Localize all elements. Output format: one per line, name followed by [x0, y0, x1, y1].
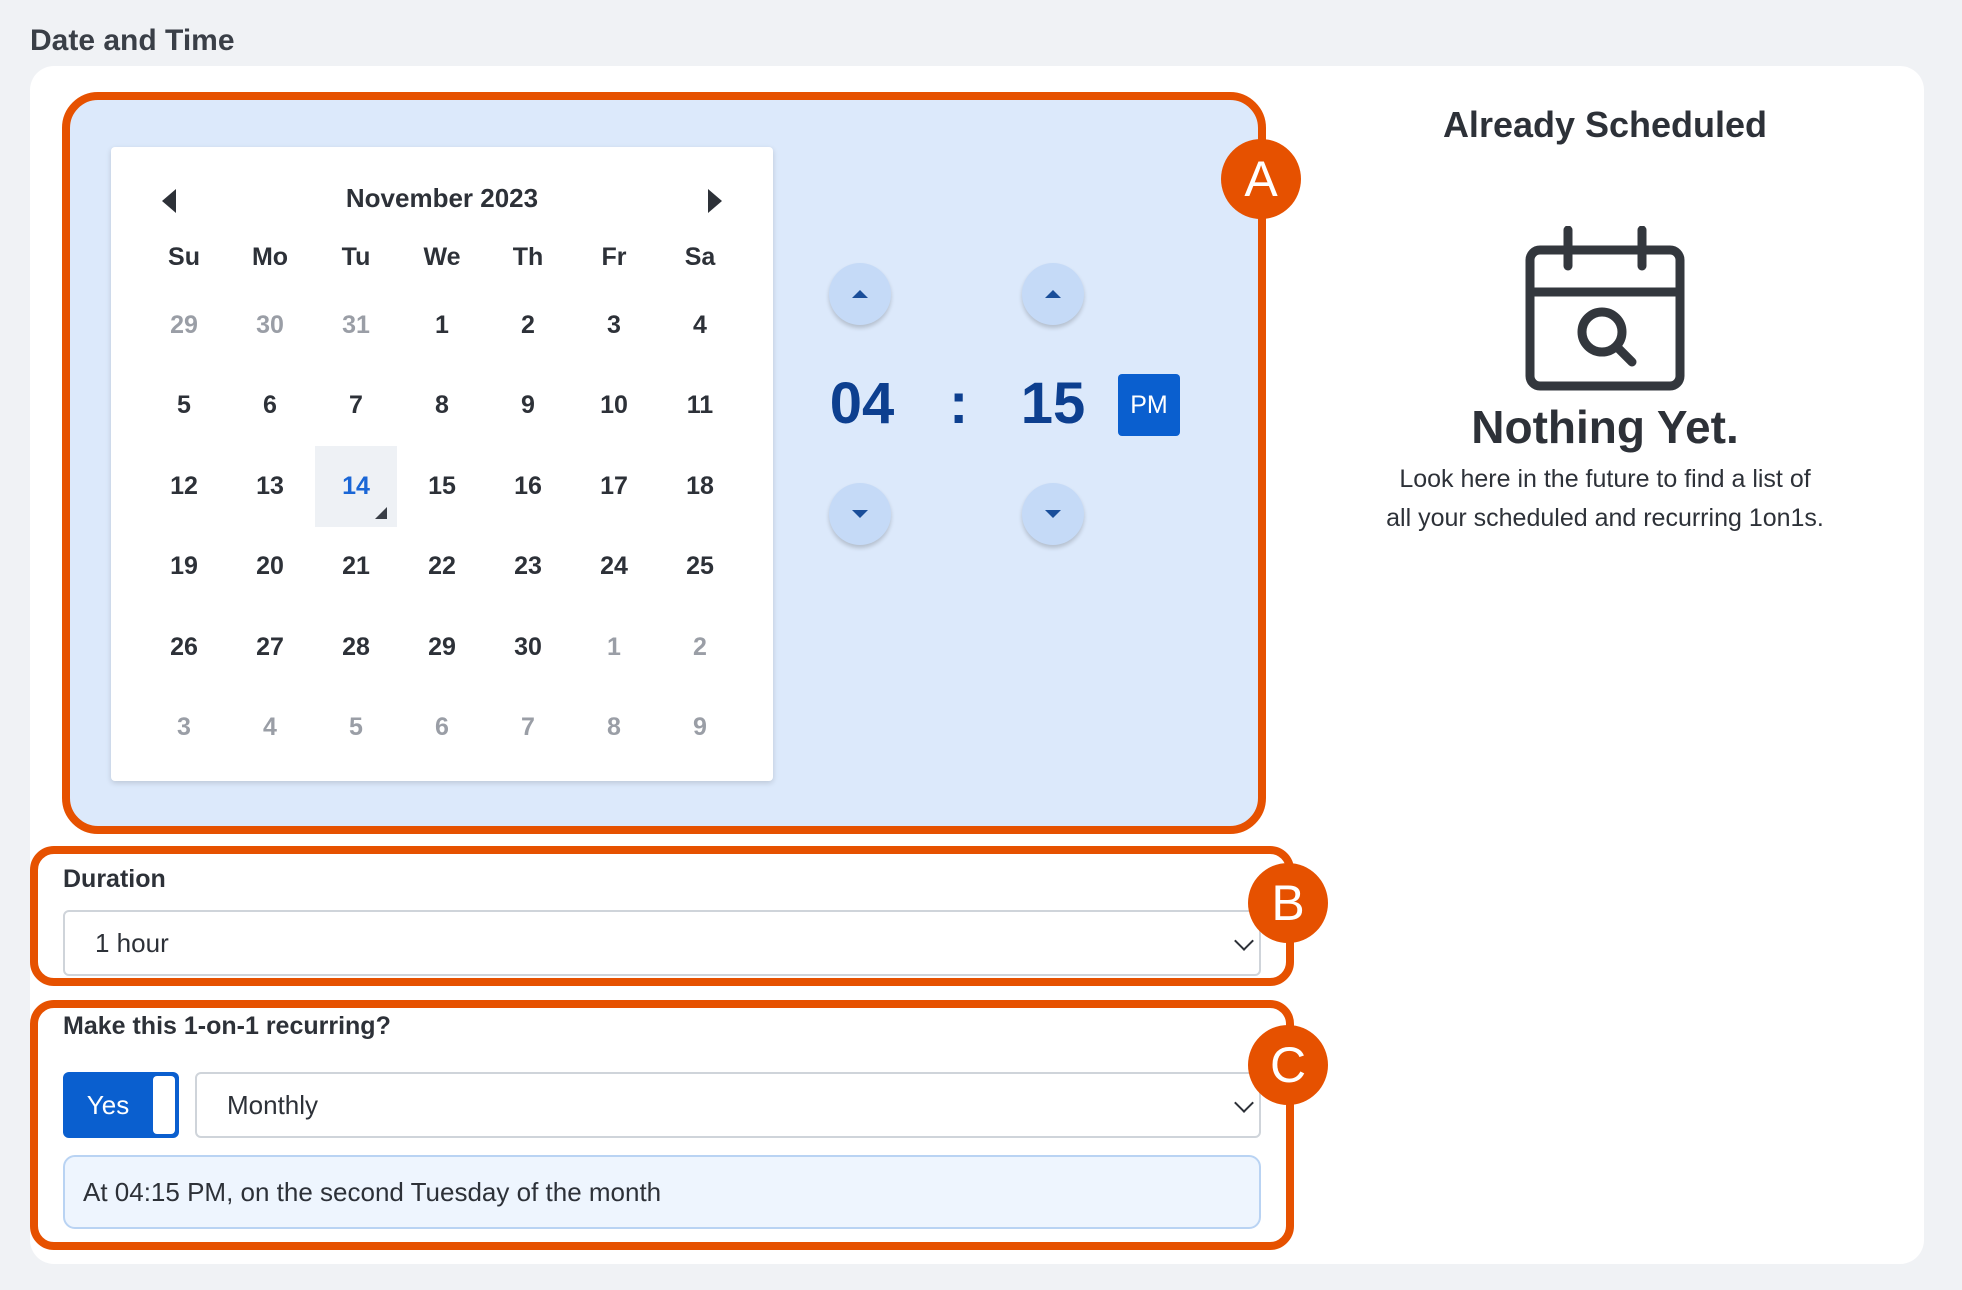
calendar-grid: Su Mo Tu We Th Fr Sa 29 30 31 1 2 3 4 5 6 7 8 9 10 11 12 13 14 1…: [141, 229, 743, 768]
calendar-day[interactable]: 26: [141, 607, 227, 688]
calendar-month-label: November 2023: [345, 183, 539, 213]
empty-state-line-2: all your scheduled and recurring 1on1s.: [1386, 504, 1824, 532]
calendar-day[interactable]: 2: [485, 285, 571, 366]
calendar-header: November 2023: [111, 175, 773, 219]
empty-state-line-1: Look here in the future to find a list o…: [1399, 465, 1811, 493]
duration-select[interactable]: 1 hour: [63, 910, 1261, 976]
calendar-day[interactable]: 1: [399, 285, 485, 366]
minute-value[interactable]: 15: [993, 370, 1113, 437]
calendar-day[interactable]: 10: [571, 366, 657, 447]
calendar-day[interactable]: 20: [227, 527, 313, 608]
caret-down-icon: [1045, 510, 1061, 518]
calendar-day[interactable]: 5: [313, 688, 399, 769]
weekday-header: Sa: [684, 242, 716, 271]
minute-increment-button[interactable]: [1022, 263, 1084, 325]
calendar-day[interactable]: 23: [485, 527, 571, 608]
section-title: Date and Time: [30, 24, 235, 57]
already-scheduled-title: Already Scheduled: [1442, 104, 1768, 145]
hour-increment-button[interactable]: [829, 263, 891, 325]
caret-up-icon: [852, 290, 868, 298]
am-pm-toggle[interactable]: PM: [1118, 374, 1180, 436]
frequency-select-value: Monthly: [227, 1089, 319, 1120]
calendar-day[interactable]: 8: [399, 366, 485, 447]
calendar-day[interactable]: 15: [399, 446, 485, 527]
calendar-day[interactable]: 11: [657, 366, 743, 447]
calendar-day[interactable]: 12: [141, 446, 227, 527]
calendar-day[interactable]: 25: [657, 527, 743, 608]
calendar-day[interactable]: 3: [141, 688, 227, 769]
calendar-day-selected[interactable]: 14: [315, 446, 397, 527]
calendar-day[interactable]: 6: [227, 366, 313, 447]
recurring-label: Make this 1-on-1 recurring?: [63, 1012, 391, 1040]
calendar-day[interactable]: 29: [399, 607, 485, 688]
calendar-day[interactable]: 9: [657, 688, 743, 769]
next-month-button[interactable]: [695, 181, 735, 221]
calendar-day[interactable]: 3: [571, 285, 657, 366]
weekday-header: Su: [168, 242, 200, 271]
calendar: November 2023 Su Mo Tu We Th Fr Sa 29 30 31 1 2 3 4 5 6…: [111, 147, 773, 781]
calendar-day[interactable]: 16: [485, 446, 571, 527]
calendar-day[interactable]: 17: [571, 446, 657, 527]
badge-a: A: [1221, 139, 1301, 219]
calendar-day[interactable]: 31: [313, 285, 399, 366]
triangle-right-icon: [708, 189, 722, 213]
calendar-day[interactable]: 1: [571, 607, 657, 688]
hour-decrement-button[interactable]: [829, 483, 891, 545]
calendar-day[interactable]: 29: [141, 285, 227, 366]
calendar-day[interactable]: 4: [657, 285, 743, 366]
duration-label: Duration: [63, 865, 166, 893]
empty-state-title: Nothing Yet.: [1471, 401, 1739, 453]
calendar-day[interactable]: 13: [227, 446, 313, 527]
calendar-day[interactable]: 27: [227, 607, 313, 688]
badge-c: C: [1248, 1025, 1328, 1105]
calendar-day[interactable]: 18: [657, 446, 743, 527]
calendar-day[interactable]: 4: [227, 688, 313, 769]
calendar-day[interactable]: 7: [485, 688, 571, 769]
caret-up-icon: [1045, 290, 1061, 298]
recurrence-summary: At 04:15 PM, on the second Tuesday of th…: [63, 1155, 1261, 1229]
calendar-day[interactable]: 22: [399, 527, 485, 608]
recurring-toggle-label: Yes: [86, 1089, 130, 1120]
calendar-day[interactable]: 30: [485, 607, 571, 688]
calendar-day[interactable]: 28: [313, 607, 399, 688]
calendar-day[interactable]: 19: [141, 527, 227, 608]
duration-select-value: 1 hour: [95, 927, 169, 958]
weekday-header: Th: [512, 242, 544, 271]
calendar-search-icon: [1525, 226, 1685, 391]
badge-b: B: [1248, 863, 1328, 943]
calendar-day[interactable]: 30: [227, 285, 313, 366]
weekday-header: Mo: [251, 242, 289, 271]
toggle-knob: [153, 1076, 175, 1134]
calendar-day[interactable]: 2: [657, 607, 743, 688]
frequency-select[interactable]: Monthly: [195, 1072, 1261, 1138]
time-separator: :: [949, 371, 969, 436]
calendar-day[interactable]: 7: [313, 366, 399, 447]
hour-value[interactable]: 04: [802, 370, 922, 437]
empty-state-description: Look here in the future to find a list o…: [1340, 460, 1870, 538]
minute-decrement-button[interactable]: [1022, 483, 1084, 545]
calendar-day[interactable]: 8: [571, 688, 657, 769]
chevron-down-icon: [1234, 1093, 1254, 1113]
calendar-day[interactable]: 24: [571, 527, 657, 608]
calendar-day[interactable]: 5: [141, 366, 227, 447]
recurring-toggle[interactable]: Yes: [63, 1072, 179, 1138]
weekday-header: We: [423, 242, 461, 271]
calendar-day[interactable]: 6: [399, 688, 485, 769]
weekday-header: Tu: [341, 242, 371, 271]
calendar-day[interactable]: 9: [485, 366, 571, 447]
caret-down-icon: [852, 510, 868, 518]
calendar-day[interactable]: 21: [313, 527, 399, 608]
weekday-header: Fr: [601, 242, 627, 271]
chevron-down-icon: [1234, 931, 1254, 951]
